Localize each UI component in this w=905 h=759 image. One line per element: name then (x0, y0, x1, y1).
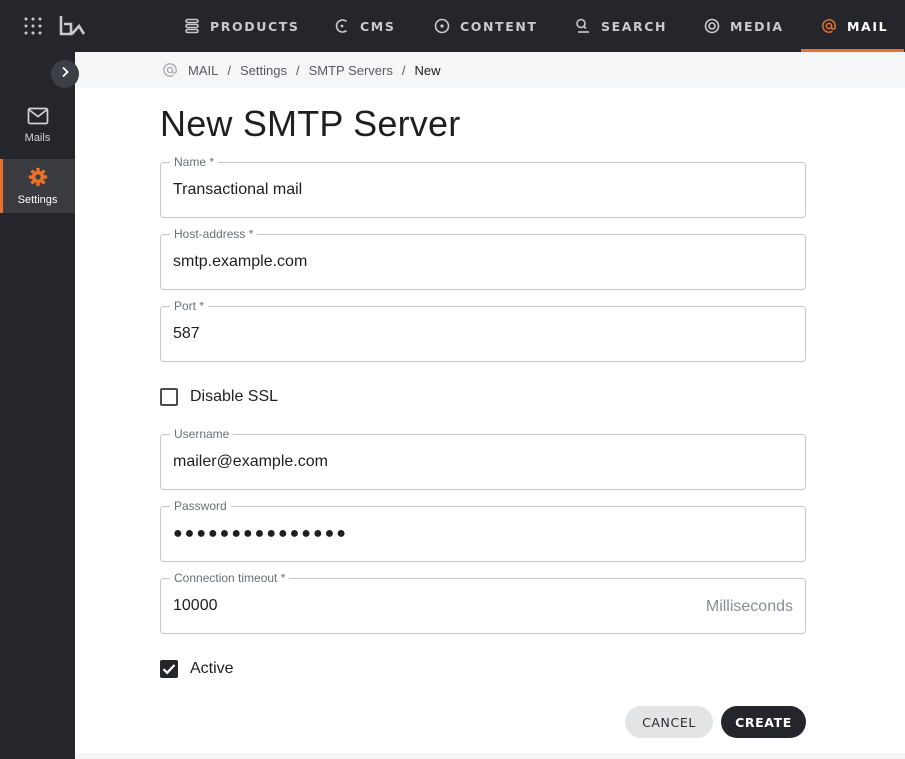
at-icon (162, 62, 178, 78)
nav-mail[interactable]: MAIL (800, 0, 905, 52)
breadcrumb-separator: / (401, 62, 406, 78)
breadcrumb-separator: / (295, 62, 300, 78)
connection-timeout-field[interactable]: Connection timeout * Milliseconds (160, 571, 806, 634)
sidebar-item-label: Mails (24, 131, 51, 144)
active-checkbox-row[interactable]: Active (160, 660, 234, 678)
nav-products[interactable]: PRODUCTS (184, 0, 299, 52)
nav-label: CONTENT (460, 18, 538, 34)
active-label: Active (190, 660, 234, 677)
nav-media[interactable]: MEDIA (704, 0, 784, 52)
breadcrumb-item-new: New (414, 62, 441, 78)
breadcrumb-item-mail[interactable]: MAIL (188, 63, 218, 78)
nav-search[interactable]: SEARCH (575, 0, 667, 52)
mail-icon (27, 107, 49, 128)
breadcrumb: MAIL / Settings / SMTP Servers / New (75, 52, 905, 88)
name-field[interactable]: Name * (160, 155, 806, 218)
sidebar-collapse-button[interactable] (51, 60, 79, 88)
port-input[interactable] (161, 307, 805, 361)
create-button[interactable]: CREATE (721, 706, 806, 738)
port-field[interactable]: Port * (160, 299, 806, 362)
stack-icon (184, 18, 200, 34)
nav-label: SEARCH (601, 18, 668, 34)
gear-icon (28, 167, 48, 190)
name-input[interactable] (161, 163, 805, 217)
sidebar-item-label: Settings (17, 193, 58, 206)
brand-logo[interactable] (58, 14, 86, 38)
sidebar-item-settings[interactable]: Settings (0, 159, 75, 213)
nav-content[interactable]: CONTENT (434, 0, 538, 52)
checkmark-icon (162, 664, 176, 675)
nav-label: CMS (360, 18, 396, 34)
breadcrumb-item-settings[interactable]: Settings (240, 63, 287, 78)
top-navigation-bar: PRODUCTS CMS CONTENT SEARCH MEDIA MAIL (0, 0, 905, 52)
username-field[interactable]: Username (160, 427, 806, 490)
content-icon (434, 18, 450, 34)
disable-ssl-checkbox[interactable] (160, 388, 178, 406)
disable-ssl-label: Disable SSL (190, 388, 279, 405)
sidebar-item-mails[interactable]: Mails (0, 98, 75, 152)
host-address-field[interactable]: Host-address * (160, 227, 806, 290)
timeout-unit-suffix: Milliseconds (705, 598, 793, 615)
active-checkbox[interactable] (160, 660, 178, 678)
username-input[interactable] (161, 435, 805, 489)
nav-label: MAIL (847, 18, 889, 34)
disable-ssl-checkbox-row[interactable]: Disable SSL (160, 388, 278, 406)
nav-label: PRODUCTS (210, 18, 300, 34)
cancel-button[interactable]: CANCEL (625, 706, 713, 738)
media-icon (704, 18, 720, 34)
chevron-right-icon (60, 65, 70, 83)
sidebar: Mails Settings (0, 52, 75, 759)
search-icon (575, 18, 591, 34)
footer-strip (75, 753, 905, 759)
breadcrumb-item-smtp-servers[interactable]: SMTP Servers (309, 63, 393, 78)
nav-cms[interactable]: CMS (334, 0, 395, 52)
cms-icon (334, 18, 350, 34)
at-icon (821, 18, 837, 34)
nav-label: MEDIA (730, 18, 784, 34)
password-input[interactable] (161, 507, 805, 561)
breadcrumb-separator: / (227, 62, 231, 78)
password-field[interactable]: Password (160, 499, 806, 562)
page-title: New SMTP Server (160, 103, 461, 144)
apps-grid-icon[interactable] (24, 17, 42, 35)
host-address-input[interactable] (161, 235, 805, 289)
